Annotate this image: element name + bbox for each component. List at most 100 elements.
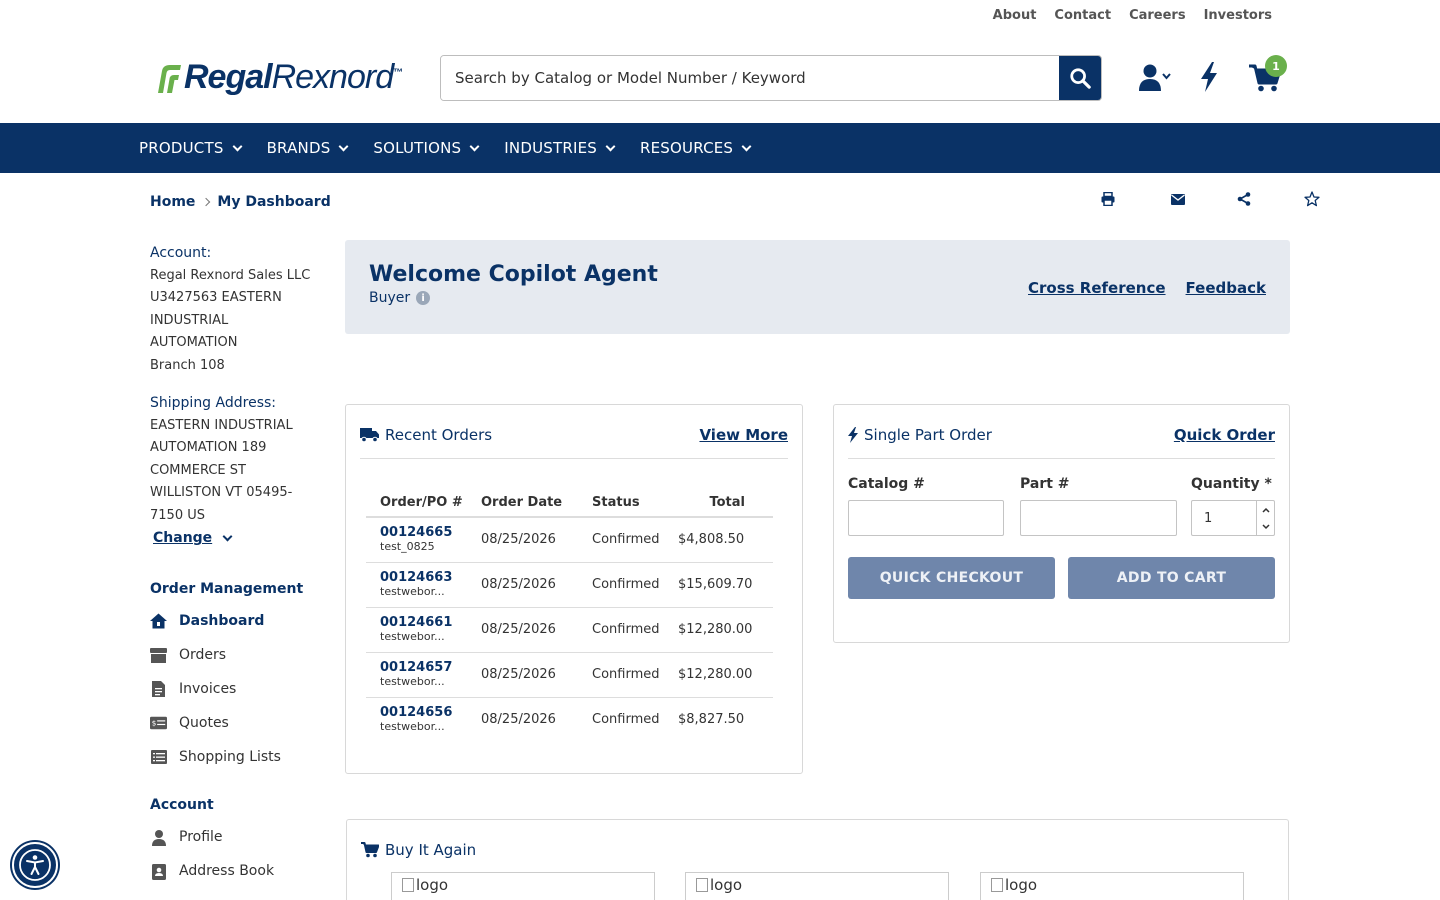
order-status: Confirmed xyxy=(592,607,678,653)
truck-icon xyxy=(360,428,379,442)
nav-industries[interactable]: INDUSTRIES xyxy=(504,139,616,157)
recent-orders-title: Recent Orders xyxy=(360,426,492,444)
share-button[interactable] xyxy=(1236,190,1252,208)
product-tile[interactable]: logo xyxy=(391,872,655,900)
chevron-down-icon[interactable] xyxy=(1261,523,1270,530)
breadcrumb-current[interactable]: My Dashboard xyxy=(217,194,330,210)
chevron-up-icon[interactable] xyxy=(1261,507,1270,513)
chevron-down-icon xyxy=(222,531,233,542)
nav-products[interactable]: PRODUCTS xyxy=(139,139,243,157)
email-button[interactable] xyxy=(1170,190,1186,208)
nav-resources[interactable]: RESOURCES xyxy=(640,139,752,157)
recent-orders-card: Recent Orders View More Order/PO # Order… xyxy=(345,404,803,774)
bolt-icon xyxy=(848,427,858,443)
sidebar-item-dashboard[interactable]: Dashboard xyxy=(150,604,320,638)
order-number-link[interactable]: 00124657 xyxy=(380,660,481,675)
info-icon[interactable]: i xyxy=(416,291,431,305)
order-status: Confirmed xyxy=(592,517,678,563)
search-input[interactable] xyxy=(441,56,1059,100)
share-icon xyxy=(1237,192,1251,206)
user-icon xyxy=(151,829,166,846)
sidebar-item-invoices[interactable]: Invoices xyxy=(150,672,320,706)
nav-brands[interactable]: BRANDS xyxy=(267,139,349,157)
buy-it-again-card: Buy It Again logo logo logo xyxy=(346,819,1289,900)
order-number-link[interactable]: 00124665 xyxy=(380,525,481,540)
shipping-label: Shipping Address: xyxy=(150,395,276,411)
quantity-stepper[interactable]: 1 xyxy=(1191,500,1275,536)
accessibility-icon xyxy=(19,849,51,881)
quick-checkout-button[interactable]: QUICK CHECKOUT xyxy=(848,557,1055,599)
contact-link[interactable]: Contact xyxy=(1054,8,1111,23)
breadcrumb-home[interactable]: Home xyxy=(150,194,195,210)
order-number-link[interactable]: 00124663 xyxy=(380,570,481,585)
careers-link[interactable]: Careers xyxy=(1129,8,1186,23)
catalog-input[interactable] xyxy=(848,500,1004,536)
account-line: Branch 108 xyxy=(150,357,225,373)
print-button[interactable] xyxy=(1100,190,1116,208)
user-icon xyxy=(1139,64,1171,91)
add-to-cart-button[interactable]: ADD TO CART xyxy=(1068,557,1275,599)
order-date: 08/25/2026 xyxy=(481,712,556,728)
cart-count-badge: 1 xyxy=(1265,55,1287,77)
shipping-line: EASTERN INDUSTRIAL xyxy=(150,417,293,433)
favorite-button[interactable] xyxy=(1304,190,1320,208)
view-more-link[interactable]: View More xyxy=(699,426,788,444)
product-tile[interactable]: logo xyxy=(980,872,1244,900)
single-part-order-title: Single Part Order xyxy=(848,426,992,444)
account-line: Regal Rexnord Sales LLC xyxy=(150,267,311,283)
column-header: Total xyxy=(678,489,773,518)
sidebar-item-profile[interactable]: Profile xyxy=(150,821,320,855)
email-icon xyxy=(1171,193,1185,205)
svg-text:$: $ xyxy=(152,719,157,728)
recent-orders-table: Order/PO # Order Date Status Total 00124… xyxy=(366,489,773,742)
welcome-title: Welcome Copilot Agent xyxy=(369,262,658,287)
order-date: 08/25/2026 xyxy=(481,607,592,653)
list-icon xyxy=(150,750,167,764)
chevron-down-icon xyxy=(338,141,349,151)
sidebar-item-shopping-lists[interactable]: Shopping Lists xyxy=(150,740,320,774)
home-icon xyxy=(150,613,167,629)
cross-reference-link[interactable]: Cross Reference xyxy=(1028,279,1166,297)
divider xyxy=(848,458,1275,459)
quick-order-button[interactable] xyxy=(1199,62,1219,96)
chevron-down-icon xyxy=(469,141,480,151)
brand-logo[interactable]: RegalRexnord™ xyxy=(152,58,403,97)
accessibility-button[interactable] xyxy=(12,842,58,888)
order-total: $4,808.50 xyxy=(678,517,773,563)
order-date: 08/25/2026 xyxy=(481,517,592,563)
shipping-line: AUTOMATION 189 xyxy=(150,440,267,455)
sidebar-item-orders[interactable]: Orders xyxy=(150,638,320,672)
quantity-value: 1 xyxy=(1204,510,1213,526)
order-total: $12,280.00 xyxy=(678,607,773,653)
about-link[interactable]: About xyxy=(993,8,1037,23)
search-button[interactable] xyxy=(1059,56,1101,100)
feedback-link[interactable]: Feedback xyxy=(1186,279,1266,297)
table-row: 00124665 test_0825 08/25/2026 Confirmed $… xyxy=(366,517,773,563)
buy-it-again-title: Buy It Again xyxy=(361,841,476,859)
po-number: testwebor... xyxy=(380,674,445,688)
order-number-link[interactable]: 00124656 xyxy=(380,705,481,720)
sidebar-item-quotes[interactable]: $ Quotes xyxy=(150,706,320,740)
po-number: testwebor... xyxy=(380,584,445,598)
quick-order-link[interactable]: Quick Order xyxy=(1174,426,1275,444)
search-bar xyxy=(440,55,1102,101)
order-status: Confirmed xyxy=(592,712,660,728)
chevron-right-icon xyxy=(202,197,211,207)
change-address-button[interactable]: Change xyxy=(153,527,233,550)
nav-solutions[interactable]: SOLUTIONS xyxy=(373,139,480,157)
order-number-link[interactable]: 00124661 xyxy=(380,615,481,630)
investors-link[interactable]: Investors xyxy=(1204,8,1272,23)
sidebar-item-address-book[interactable]: Address Book xyxy=(150,855,320,889)
quantity-label: Quantity * xyxy=(1191,476,1272,492)
product-tile[interactable]: logo xyxy=(685,872,949,900)
column-header: Order Date xyxy=(481,489,592,518)
invoice-icon xyxy=(152,681,165,697)
logo-mark-icon xyxy=(158,64,181,93)
part-input[interactable] xyxy=(1020,500,1177,536)
chevron-down-icon xyxy=(741,141,752,151)
part-label: Part # xyxy=(1020,476,1070,492)
divider xyxy=(360,458,788,459)
account-menu-button[interactable] xyxy=(1139,64,1173,96)
logo-wordmark: RegalRexnord™ xyxy=(184,58,403,96)
order-management-title: Order Management xyxy=(150,580,304,597)
